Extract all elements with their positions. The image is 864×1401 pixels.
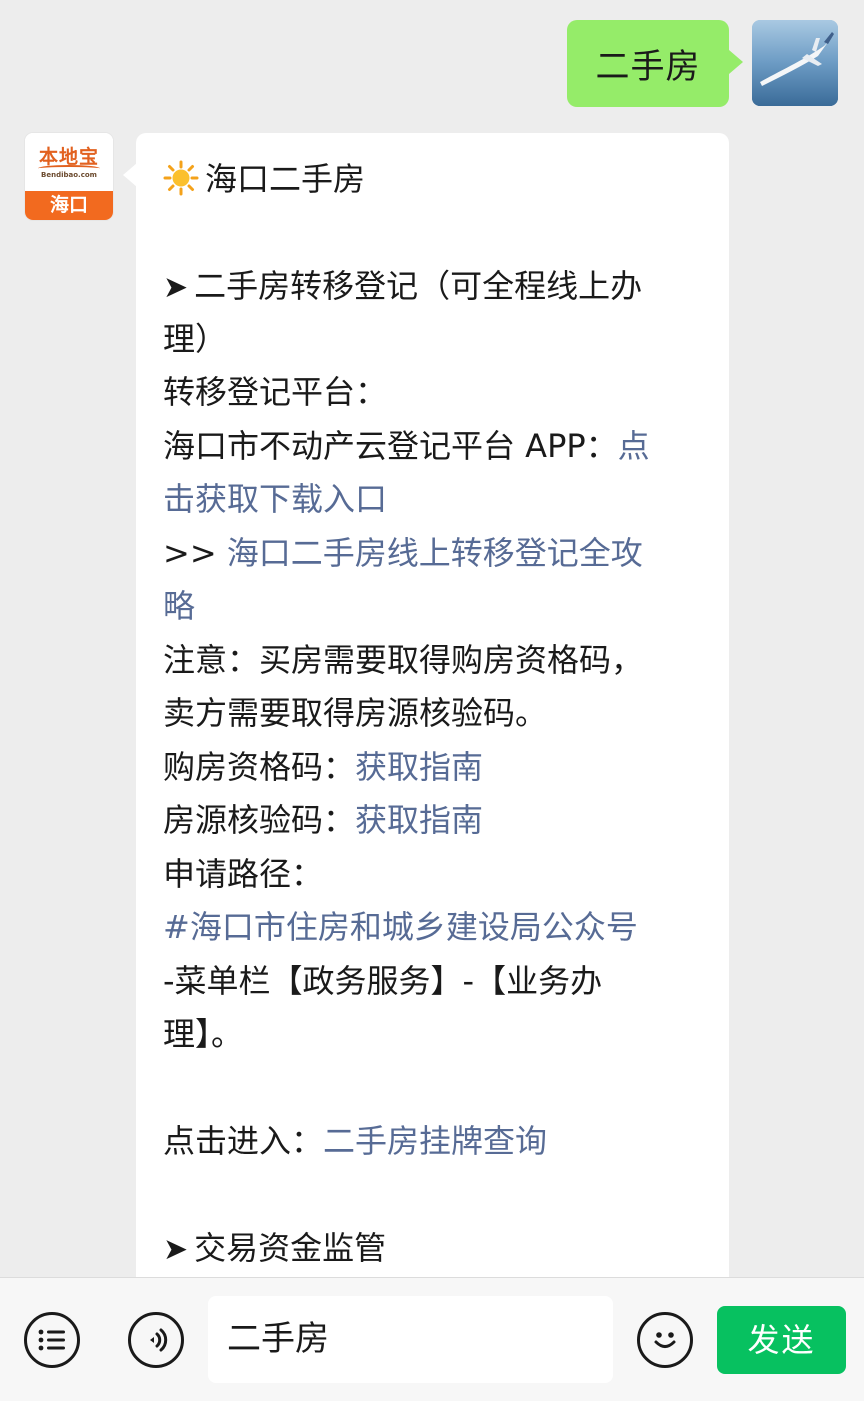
logo-area: 本地宝 Bendibao.com xyxy=(25,133,113,191)
section2-heading-text: 交易资金监管 xyxy=(194,1229,387,1267)
path-text-2: 理】。 xyxy=(163,1015,244,1053)
qualification-line: 购房资格码：获取指南 xyxy=(163,747,483,787)
path-label: 申请路径： xyxy=(163,855,324,893)
app-line: 海口市不动产云登记平台 APP：点 xyxy=(163,426,650,466)
section1-heading: ➤ 二手房转移登记（可全程线上办 xyxy=(163,266,642,308)
note-line-2: 卖方需要取得房源核验码。 xyxy=(163,694,548,732)
incoming-message-bubble: 海口二手房 ➤ 二手房转移登记（可全程线上办 理） 转移登记平台： 海口市不动产云… xyxy=(123,133,729,1293)
listing-query-link[interactable]: 二手房挂牌查询 xyxy=(323,1122,547,1160)
app-download-link-cont[interactable]: 击获取下载入口 xyxy=(163,479,387,519)
message-title-text: 海口二手房 xyxy=(205,160,366,198)
logo-url: Bendibao.com xyxy=(41,171,97,179)
verification-line: 房源核验码：获取指南 xyxy=(163,800,483,840)
qualification-guide-link[interactable]: 获取指南 xyxy=(355,748,483,786)
enter-line: 点击进入：二手房挂牌查询 xyxy=(163,1121,547,1161)
app-download-link[interactable]: 点 xyxy=(618,427,650,465)
verification-label: 房源核验码： xyxy=(163,801,356,839)
guide-line: >> 海口二手房线上转移登记全攻 xyxy=(163,533,643,573)
section1-heading-text-1: 二手房转移登记（可全程线上办 xyxy=(194,267,643,305)
app-line-text: 海口市不动产云登记平台 APP： xyxy=(163,427,618,465)
outgoing-message-text: 二手房 xyxy=(595,47,701,87)
send-button[interactable]: 发送 xyxy=(717,1306,846,1374)
input-bar: 二手房 发送 xyxy=(0,1277,864,1401)
sun-icon xyxy=(163,160,199,196)
guide-link[interactable]: 海口二手房线上转移登记全攻 xyxy=(227,534,643,572)
airplane-photo-icon xyxy=(752,20,838,106)
voice-icon[interactable] xyxy=(128,1312,184,1368)
outgoing-message-bubble[interactable]: 二手房 xyxy=(567,20,743,107)
message-title: 海口二手房 xyxy=(163,159,365,199)
note-line-1: 注意：买房需要取得购房资格码， xyxy=(163,641,644,679)
message-input[interactable]: 二手房 xyxy=(208,1296,613,1383)
guide-link-cont[interactable]: 略 xyxy=(163,586,195,626)
arrow-right-icon: ➤ xyxy=(163,1232,189,1267)
guide-prefix: >> xyxy=(163,534,217,572)
account-avatar[interactable]: 本地宝 Bendibao.com 海口 xyxy=(25,133,113,220)
enter-label: 点击进入： xyxy=(163,1122,324,1160)
official-account-link[interactable]: #海口市住房和城乡建设局公众号 xyxy=(163,907,638,947)
section1-heading-cont: 理） xyxy=(163,320,228,358)
verification-guide-link[interactable]: 获取指南 xyxy=(355,801,483,839)
path-text-1: -菜单栏【政务服务】-【业务办 xyxy=(163,962,603,1000)
user-avatar[interactable] xyxy=(752,20,838,106)
arrow-right-icon: ➤ xyxy=(163,270,189,305)
logo-city-label: 海口 xyxy=(25,191,113,220)
smiley-icon[interactable] xyxy=(637,1312,693,1368)
section2-heading: ➤ 交易资金监管 xyxy=(163,1228,386,1270)
platform-label: 转移登记平台： xyxy=(163,373,388,411)
qualification-label: 购房资格码： xyxy=(163,748,356,786)
list-menu-icon[interactable] xyxy=(24,1312,80,1368)
